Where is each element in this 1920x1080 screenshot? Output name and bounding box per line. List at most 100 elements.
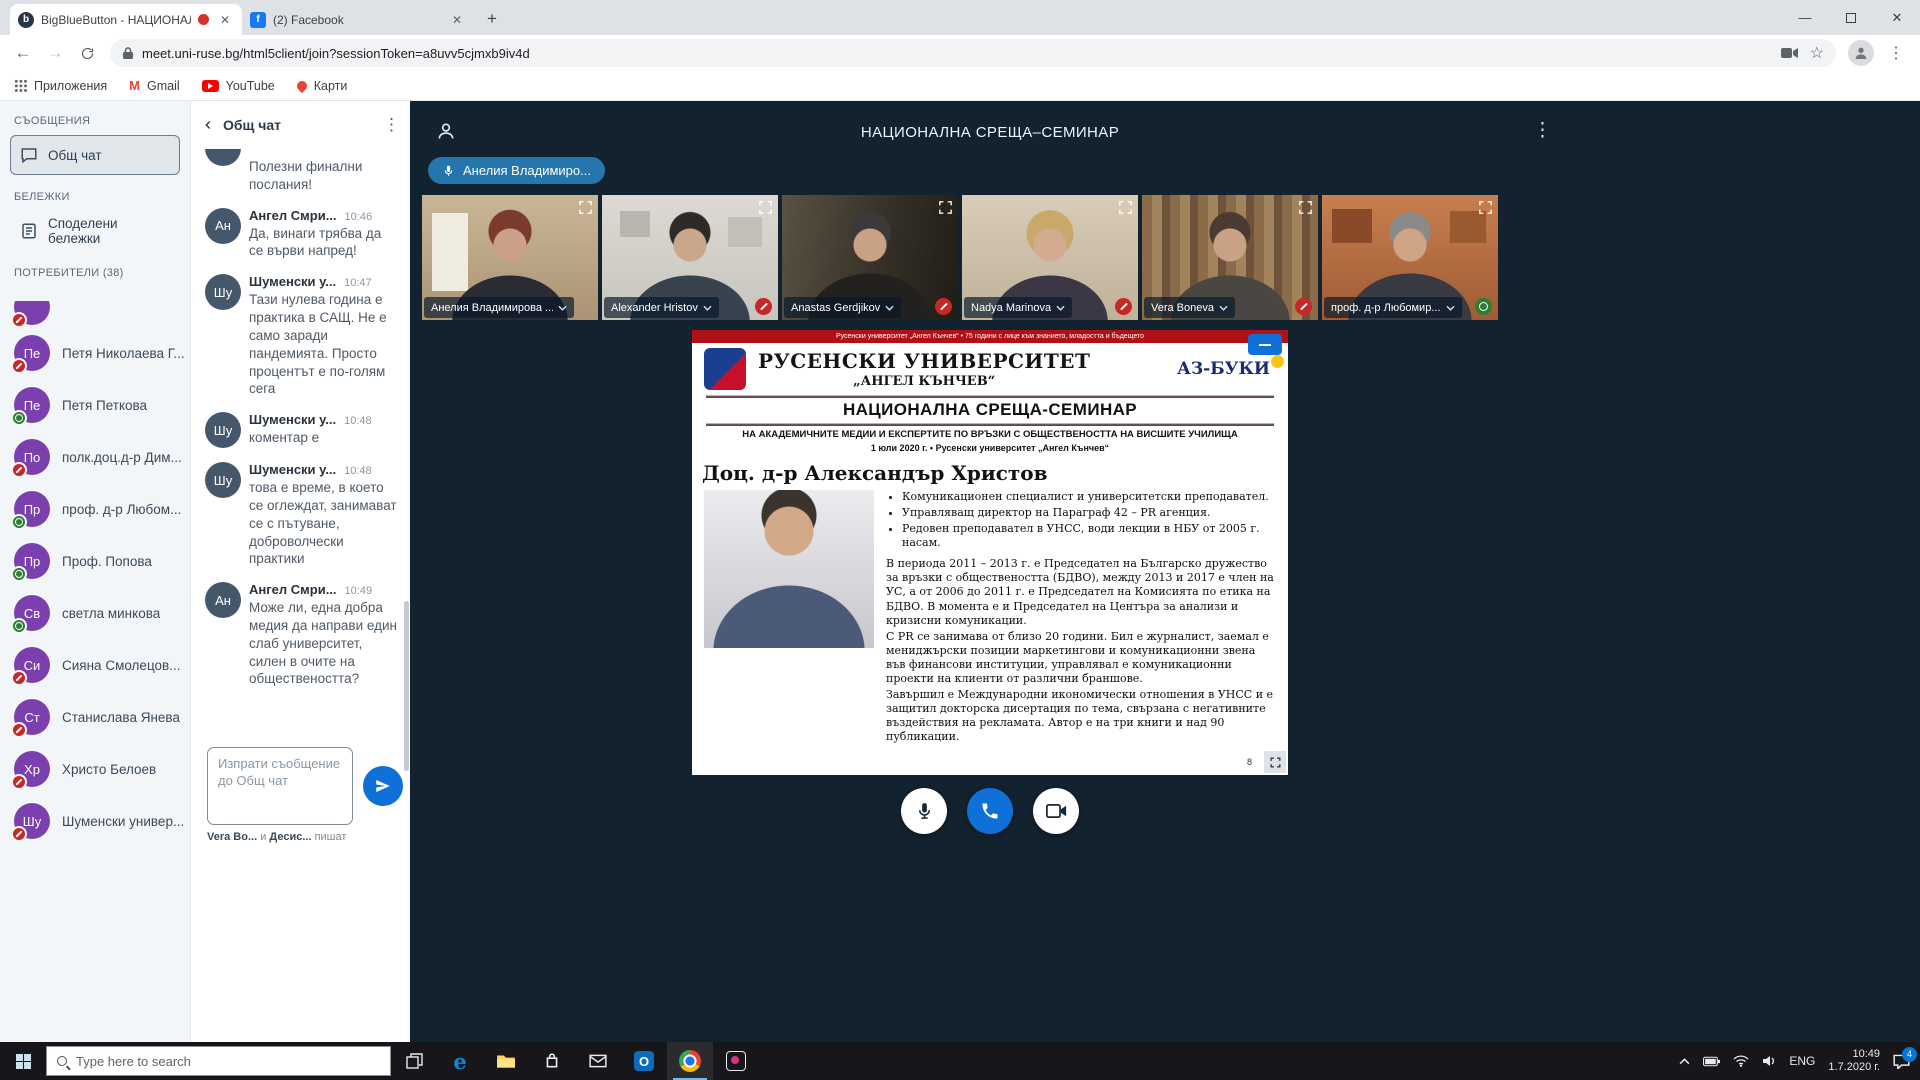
- chrome-icon: [679, 1050, 701, 1072]
- apps-grid-icon: [14, 79, 27, 92]
- webcam-name-pill[interactable]: Vera Boneva: [1144, 297, 1235, 318]
- edge-taskbar-icon[interactable]: e: [437, 1042, 483, 1080]
- user-initials: Пр: [24, 502, 41, 517]
- share-webcam-button[interactable]: [1033, 788, 1079, 834]
- new-tab-button[interactable]: +: [478, 5, 506, 33]
- action-center-button[interactable]: 4: [1893, 1054, 1910, 1069]
- fullscreen-webcam-icon[interactable]: [577, 199, 594, 216]
- user-list-item[interactable]: По полк.доц.д-р Дим...: [0, 431, 190, 483]
- address-bar[interactable]: meet.uni-ruse.bg/html5client/join?sessio…: [110, 39, 1836, 67]
- minimize-presentation-button[interactable]: [1248, 334, 1282, 355]
- task-view-button[interactable]: [391, 1042, 437, 1080]
- fullscreen-webcam-icon[interactable]: [1297, 199, 1314, 216]
- language-indicator[interactable]: ENG: [1789, 1054, 1815, 1068]
- webcam-name-pill[interactable]: проф. д-р Любомир...: [1324, 297, 1462, 318]
- wifi-icon[interactable]: [1733, 1055, 1749, 1067]
- fullscreen-webcam-icon[interactable]: [937, 199, 954, 216]
- file-explorer-taskbar-icon[interactable]: [483, 1042, 529, 1080]
- webcam-user-name: Vera Boneva: [1151, 302, 1214, 314]
- tab-bigbluebutton[interactable]: b BigBlueButton - НАЦИОНАЛ ✕: [10, 4, 242, 35]
- chevron-down-icon: [885, 305, 894, 311]
- fullscreen-webcam-icon[interactable]: [757, 199, 774, 216]
- window-minimize-button[interactable]: —: [1782, 0, 1828, 35]
- user-list-item[interactable]: Хр Христо Белоев: [0, 743, 190, 795]
- user-list-item[interactable]: Пр проф. д-р Любом...: [0, 483, 190, 535]
- bookmark-star-icon[interactable]: ☆: [1810, 43, 1824, 63]
- sidebar-item-shared-notes[interactable]: Споделени бележки: [10, 211, 180, 251]
- sidebar-item-label: Общ чат: [48, 148, 102, 163]
- profile-avatar-icon[interactable]: [1848, 40, 1874, 66]
- webcam-name-pill[interactable]: Anastas Gerdjikov: [784, 297, 901, 318]
- chat-options-icon[interactable]: ⋮: [383, 115, 400, 135]
- message-text: коментар е: [249, 429, 398, 447]
- webcam-user-name: Alexander Hristov: [611, 302, 698, 314]
- fullscreen-webcam-icon[interactable]: [1477, 199, 1494, 216]
- mute-button[interactable]: [901, 788, 947, 834]
- tab-close-icon[interactable]: ✕: [216, 11, 234, 29]
- address-bar-icons: ☆: [1781, 43, 1824, 63]
- tab-facebook[interactable]: f (2) Facebook ✕: [242, 4, 474, 35]
- outlook-taskbar-icon[interactable]: O: [621, 1042, 667, 1080]
- user-name: Петя Николаева Г...: [62, 346, 185, 361]
- forward-button[interactable]: →: [40, 38, 70, 68]
- chat-panel: Общ чат ⋮ Полезни финални послания! Ан А…: [190, 101, 410, 1042]
- user-status-icon: [11, 410, 27, 426]
- webcam-name-pill[interactable]: Анелия Владимирова ...: [424, 297, 574, 318]
- bookmark-youtube[interactable]: YouTube: [202, 79, 275, 93]
- user-list-item[interactable]: Ст Станислава Янева: [0, 691, 190, 743]
- bookmark-apps[interactable]: Приложения: [14, 79, 107, 93]
- chat-scrollbar[interactable]: [404, 601, 409, 771]
- user-avatar: Хр: [14, 751, 50, 787]
- store-bag-icon: [544, 1053, 560, 1069]
- tray-expand-icon[interactable]: [1679, 1058, 1690, 1065]
- speaker-photo: [704, 490, 874, 648]
- paint-taskbar-icon[interactable]: [713, 1042, 759, 1080]
- browser-menu-icon[interactable]: ⋮: [1880, 43, 1912, 63]
- chevron-down-icon: [1056, 305, 1065, 311]
- user-list-item[interactable]: Пр Проф. Попова: [0, 535, 190, 587]
- users-list[interactable]: Пе Петя Николаева Г... Пе Петя Петкова П…: [0, 301, 190, 1042]
- person-icon: [1853, 45, 1869, 61]
- volume-icon[interactable]: [1762, 1055, 1776, 1067]
- browser-navbar: ← → meet.uni-ruse.bg/html5client/join?se…: [0, 35, 1920, 71]
- battery-icon[interactable]: [1703, 1056, 1720, 1067]
- start-button[interactable]: [0, 1042, 46, 1080]
- mail-taskbar-icon[interactable]: [575, 1042, 621, 1080]
- bookmark-gmail[interactable]: MGmail: [129, 78, 180, 93]
- chat-messages[interactable]: Полезни финални послания! Ан Ангел Смри.…: [191, 149, 404, 741]
- meeting-options-icon[interactable]: ⋮: [1533, 119, 1552, 142]
- user-list-item[interactable]: Шу Шуменски универ...: [0, 795, 190, 847]
- user-list-item[interactable]: Пе Петя Петкова: [0, 379, 190, 431]
- taskbar-search[interactable]: Type here to search: [46, 1046, 391, 1076]
- chrome-taskbar-icon[interactable]: [667, 1042, 713, 1080]
- webcam-name-pill[interactable]: Nadya Marinova: [964, 297, 1072, 318]
- send-message-button[interactable]: [363, 766, 403, 806]
- window-maximize-button[interactable]: [1828, 0, 1874, 35]
- leave-audio-button[interactable]: [967, 788, 1013, 834]
- chat-bubble-icon: [20, 146, 38, 164]
- camera-in-use-icon[interactable]: [1781, 47, 1798, 59]
- webcam-name-pill[interactable]: Alexander Hristov: [604, 297, 719, 318]
- back-chevron-icon[interactable]: [201, 118, 215, 132]
- store-taskbar-icon[interactable]: [529, 1042, 575, 1080]
- fullscreen-presentation-button[interactable]: [1264, 751, 1286, 773]
- user-status-icon: [11, 358, 27, 374]
- clock[interactable]: 10:49 1.7.2020 г.: [1828, 1048, 1880, 1074]
- back-button[interactable]: ←: [8, 38, 38, 68]
- user-list-item[interactable]: Св светла минкова: [0, 587, 190, 639]
- fullscreen-webcam-icon[interactable]: [1117, 199, 1134, 216]
- user-list-item-partial[interactable]: [0, 301, 190, 327]
- window-close-button[interactable]: ✕: [1874, 0, 1920, 35]
- chat-message-input[interactable]: [207, 747, 353, 825]
- bookmark-maps[interactable]: Карти: [297, 79, 348, 93]
- user-list-item[interactable]: Си Сияна Смолецов...: [0, 639, 190, 691]
- browser-titlebar: b BigBlueButton - НАЦИОНАЛ ✕ f (2) Faceb…: [0, 0, 1920, 35]
- user-list-item[interactable]: Пе Петя Николаева Г...: [0, 327, 190, 379]
- refresh-button[interactable]: [72, 38, 102, 68]
- tab-close-icon[interactable]: ✕: [448, 11, 466, 29]
- message-sender: Шуменски у...: [249, 462, 336, 477]
- sidebar-item-public-chat[interactable]: Общ чат: [10, 135, 180, 175]
- talking-indicator[interactable]: Анелия Владимиро...: [428, 157, 605, 184]
- bbb-favicon-icon: b: [18, 12, 34, 28]
- webcam-tile: Vera Boneva: [1142, 195, 1318, 320]
